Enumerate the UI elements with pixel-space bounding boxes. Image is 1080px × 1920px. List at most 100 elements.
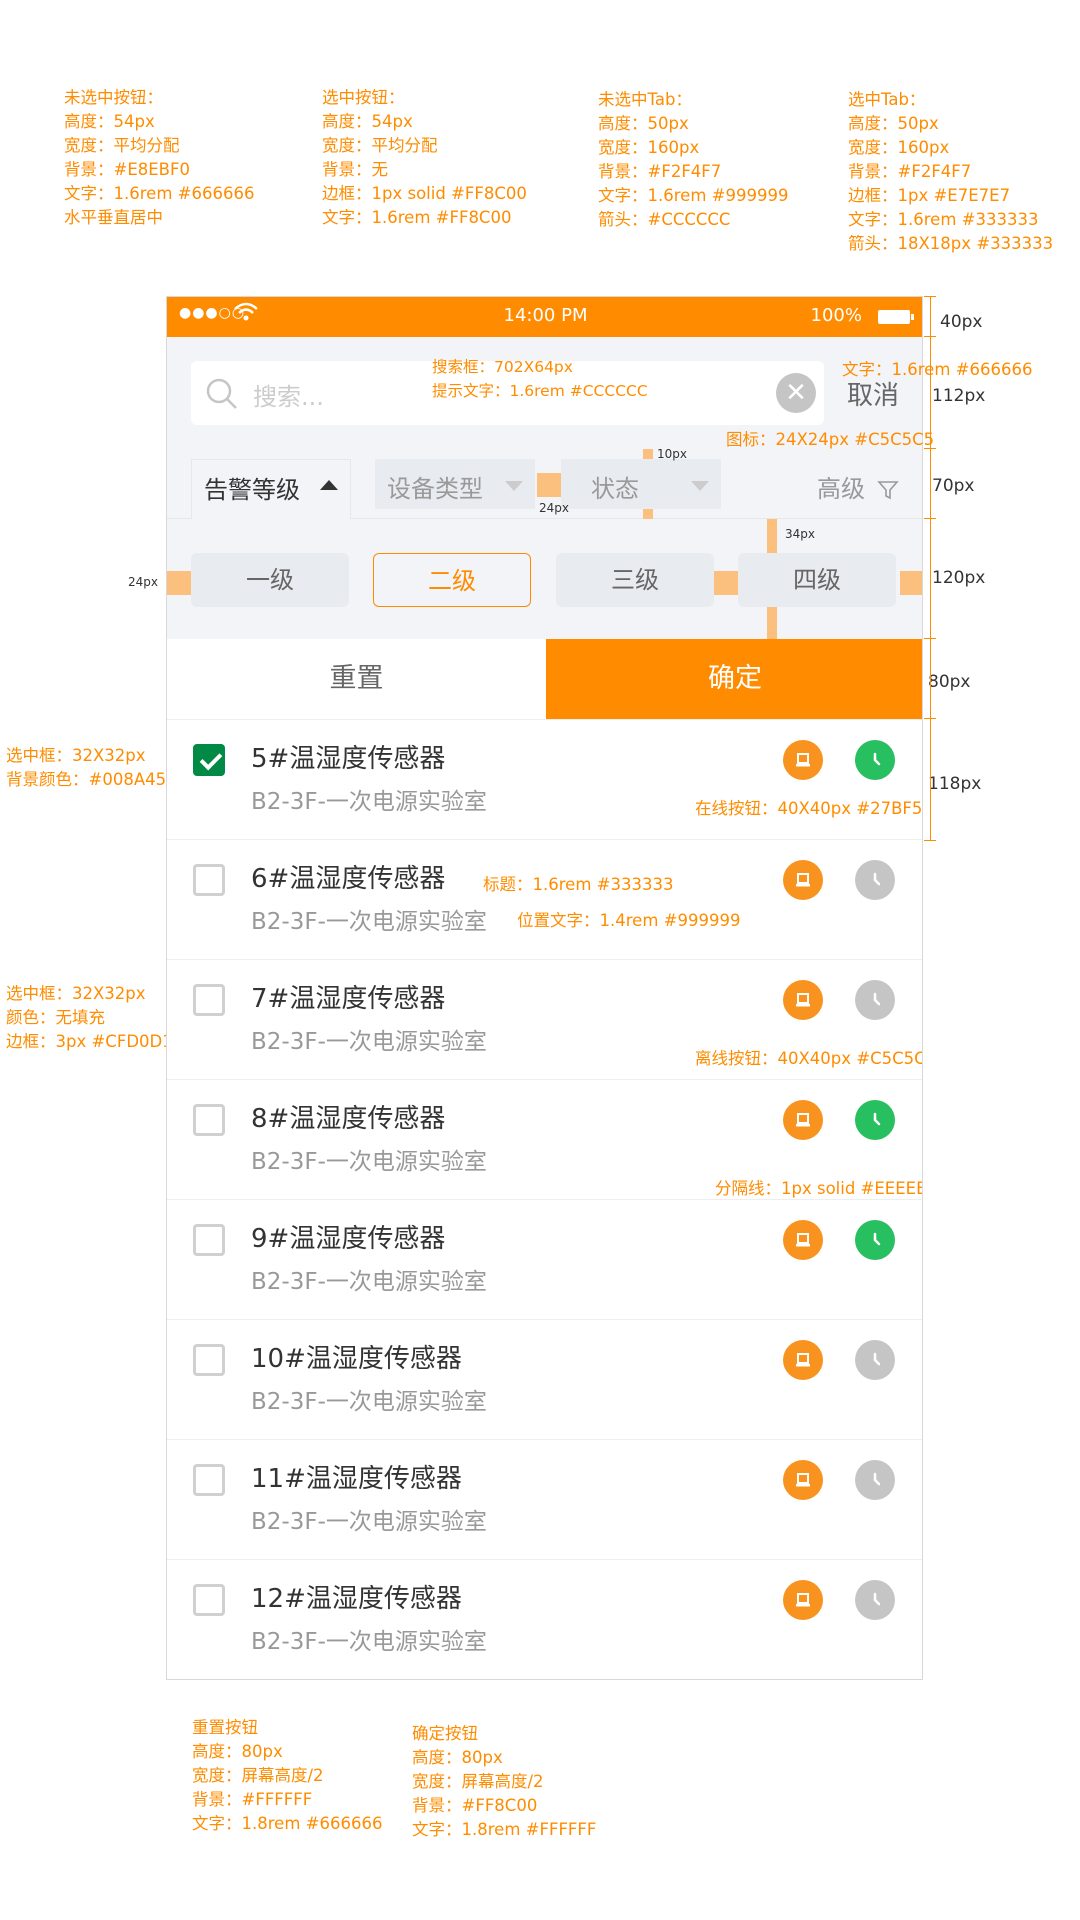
device-location: B2-3F-一次电源实验室 xyxy=(251,1149,487,1175)
online-button[interactable] xyxy=(855,1220,895,1260)
alarm-button[interactable] xyxy=(783,860,823,900)
dim-tabs: 70px xyxy=(932,476,975,496)
offline-button[interactable] xyxy=(855,1340,895,1380)
search-icon xyxy=(205,377,239,411)
checkbox[interactable] xyxy=(193,984,225,1016)
caret-down-icon xyxy=(505,481,523,491)
note-search-spec: 搜索框：702X64px 提示文字：1.6rem #CCCCCC xyxy=(432,358,648,400)
caret-down-icon xyxy=(691,481,709,491)
battery-icon xyxy=(878,310,914,324)
level-option-3[interactable]: 三级 xyxy=(556,553,714,607)
alarm-button[interactable] xyxy=(783,740,823,780)
list-item[interactable]: 11#温湿度传感器 B2-3F-一次电源实验室 xyxy=(167,1439,922,1559)
device-title: 5#温湿度传感器 xyxy=(251,744,446,774)
alarm-icon xyxy=(796,993,810,1007)
alarm-button[interactable] xyxy=(783,1580,823,1620)
alarm-icon xyxy=(796,1233,810,1247)
checkbox[interactable] xyxy=(193,1464,225,1496)
device-location: B2-3F-一次电源实验室 xyxy=(251,1029,487,1055)
clock-icon xyxy=(873,752,881,766)
tab-device-type[interactable]: 设备类型 xyxy=(375,459,535,509)
note-icon-spec: 图标：24X24px #C5C5C5 xyxy=(726,430,935,449)
alarm-button[interactable] xyxy=(783,1340,823,1380)
level-option-4[interactable]: 四级 xyxy=(738,553,896,607)
device-title: 7#温湿度传感器 xyxy=(251,984,446,1014)
note-title-spec: 标题：1.6rem #333333 xyxy=(483,875,674,894)
list-item[interactable]: 5#温湿度传感器 B2-3F-一次电源实验室 xyxy=(167,719,922,839)
dim-levels: 120px xyxy=(932,568,986,588)
device-title: 6#温湿度传感器 xyxy=(251,864,446,894)
caret-up-icon xyxy=(320,480,338,490)
list-item[interactable]: 12#温湿度传感器 B2-3F-一次电源实验室 xyxy=(167,1559,922,1679)
offline-button[interactable] xyxy=(855,860,895,900)
checkbox[interactable] xyxy=(193,1224,225,1256)
checkbox[interactable] xyxy=(193,1344,225,1376)
note-offline-button: 离线按钮：40X40px #C5C5C5 xyxy=(695,1049,923,1068)
action-buttons: 重置 确定 xyxy=(167,639,922,719)
advanced-filter-button[interactable]: 高级 xyxy=(817,469,899,504)
alarm-icon xyxy=(796,753,810,767)
offline-button[interactable] xyxy=(855,1460,895,1500)
dim-gap24: 24px xyxy=(539,501,569,515)
checkbox[interactable] xyxy=(193,744,225,776)
filter-icon xyxy=(876,481,899,500)
device-location: B2-3F-一次电源实验室 xyxy=(251,1269,487,1295)
alarm-icon xyxy=(796,1113,810,1127)
alarm-button[interactable] xyxy=(783,1460,823,1500)
clock-icon xyxy=(873,992,881,1006)
tab-alarm-level[interactable]: 告警等级 xyxy=(191,459,351,519)
search-placeholder: 搜索... xyxy=(253,383,324,411)
list-item[interactable]: 6#温湿度传感器 B2-3F-一次电源实验室 xyxy=(167,839,922,959)
level-option-2[interactable]: 二级 xyxy=(373,553,531,607)
device-title: 11#温湿度传感器 xyxy=(251,1464,462,1494)
clock-icon xyxy=(873,1592,881,1606)
device-title: 8#温湿度传感器 xyxy=(251,1104,446,1134)
device-location: B2-3F-一次电源实验室 xyxy=(251,909,487,935)
alarm-icon xyxy=(796,1473,810,1487)
note-unchecked-box: 选中框：32X32px 颜色：无填充 边框：3px #CFD0D1 xyxy=(6,984,173,1051)
note-location-spec: 位置文字：1.4rem #999999 xyxy=(517,911,741,930)
online-button[interactable] xyxy=(855,740,895,780)
device-location: B2-3F-一次电源实验室 xyxy=(251,1389,487,1415)
level-options: 一级 二级 三级 四级 34px xyxy=(167,519,922,639)
note-unselected-tab: 未选中Tab： 高度：50px 宽度：160px 背景：#F2F4F7 文字：1.6re… xyxy=(598,90,789,229)
note-ok-button: 确定按钮 高度：80px 宽度：屏幕高度/2 背景：#FF8C00 文字：1.8rem … xyxy=(412,1724,597,1839)
dim-statusbar: 40px xyxy=(940,312,983,332)
dim-actions: 80px xyxy=(928,672,971,692)
alarm-icon xyxy=(796,1353,810,1367)
level-option-1[interactable]: 一级 xyxy=(191,553,349,607)
device-location: B2-3F-一次电源实验室 xyxy=(251,789,487,815)
dim-gap34: 34px xyxy=(785,527,815,541)
clock-icon xyxy=(873,1352,881,1366)
alarm-button[interactable] xyxy=(783,980,823,1020)
note-reset-button: 重置按钮 高度：80px 宽度：屏幕高度/2 背景：#FFFFFF 文字：1.8rem … xyxy=(192,1718,383,1833)
confirm-button[interactable]: 确定 xyxy=(546,639,922,719)
filter-tabs: 告警等级 设备类型 状态 高级 24px 10px xyxy=(167,447,922,519)
alarm-button[interactable] xyxy=(783,1100,823,1140)
tab-status[interactable]: 状态 xyxy=(561,459,721,509)
clock-icon xyxy=(873,1112,881,1126)
checkbox[interactable] xyxy=(193,864,225,896)
reset-button[interactable]: 重置 xyxy=(167,639,546,719)
device-location: B2-3F-一次电源实验室 xyxy=(251,1509,487,1535)
dim-left-24: 24px xyxy=(128,575,158,589)
status-bar: ●●●○○ 14:00 PM 100% xyxy=(167,297,922,337)
offline-button[interactable] xyxy=(855,980,895,1020)
clock-icon xyxy=(873,872,881,886)
alarm-icon xyxy=(796,873,810,887)
note-cancel-spec: 文字：1.6rem #666666 xyxy=(842,360,1033,379)
dim-row: 118px xyxy=(928,774,982,794)
online-button[interactable] xyxy=(855,1100,895,1140)
list-item[interactable]: 10#温湿度传感器 B2-3F-一次电源实验室 xyxy=(167,1319,922,1439)
note-online-button: 在线按钮：40X40px #27BF5F xyxy=(695,799,923,818)
offline-button[interactable] xyxy=(855,1580,895,1620)
checkbox[interactable] xyxy=(193,1104,225,1136)
note-checked-box: 选中框：32X32px 背景颜色：#008A45 xyxy=(6,746,167,789)
device-title: 10#温湿度传感器 xyxy=(251,1344,462,1374)
note-divider-spec: 分隔线：1px solid #EEEEEE xyxy=(715,1179,923,1198)
list-item[interactable]: 9#温湿度传感器 B2-3F-一次电源实验室 xyxy=(167,1199,922,1319)
device-location: B2-3F-一次电源实验室 xyxy=(251,1629,487,1655)
alarm-button[interactable] xyxy=(783,1220,823,1260)
checkbox[interactable] xyxy=(193,1584,225,1616)
clear-icon[interactable]: ✕ xyxy=(776,373,816,413)
